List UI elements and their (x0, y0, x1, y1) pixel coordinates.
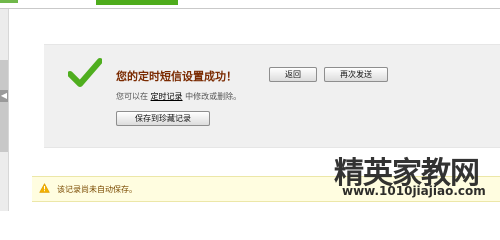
notice-text: 该记录尚未自动保存。 (57, 185, 137, 194)
left-panel-handle[interactable] (0, 60, 8, 152)
timed-records-link[interactable]: 定时记录 (151, 92, 183, 101)
warning-icon (39, 183, 50, 193)
active-tab-indicator[interactable] (96, 0, 178, 5)
success-panel (44, 44, 500, 148)
success-hint: 您可以在 定时记录 中修改或删除。 (116, 91, 241, 102)
resend-button[interactable]: 再次发送 (324, 67, 388, 82)
success-check-icon (68, 58, 102, 87)
save-to-favorites-button[interactable]: 保存到珍藏记录 (116, 111, 210, 126)
watermark: 精英家教网 www.1010jiajiao.com (330, 142, 500, 204)
hint-prefix: 您可以在 (116, 92, 148, 101)
success-title: 您的定时短信设置成功！ (116, 70, 237, 83)
top-bar (0, 0, 500, 9)
hint-suffix: 中修改或删除。 (185, 92, 242, 101)
back-button[interactable]: 返回 (269, 67, 317, 82)
watermark-url: www.1010jiajiao.com (342, 184, 486, 198)
collapse-arrow-icon[interactable]: ◀ (0, 90, 8, 102)
top-tab-edge (0, 0, 18, 3)
